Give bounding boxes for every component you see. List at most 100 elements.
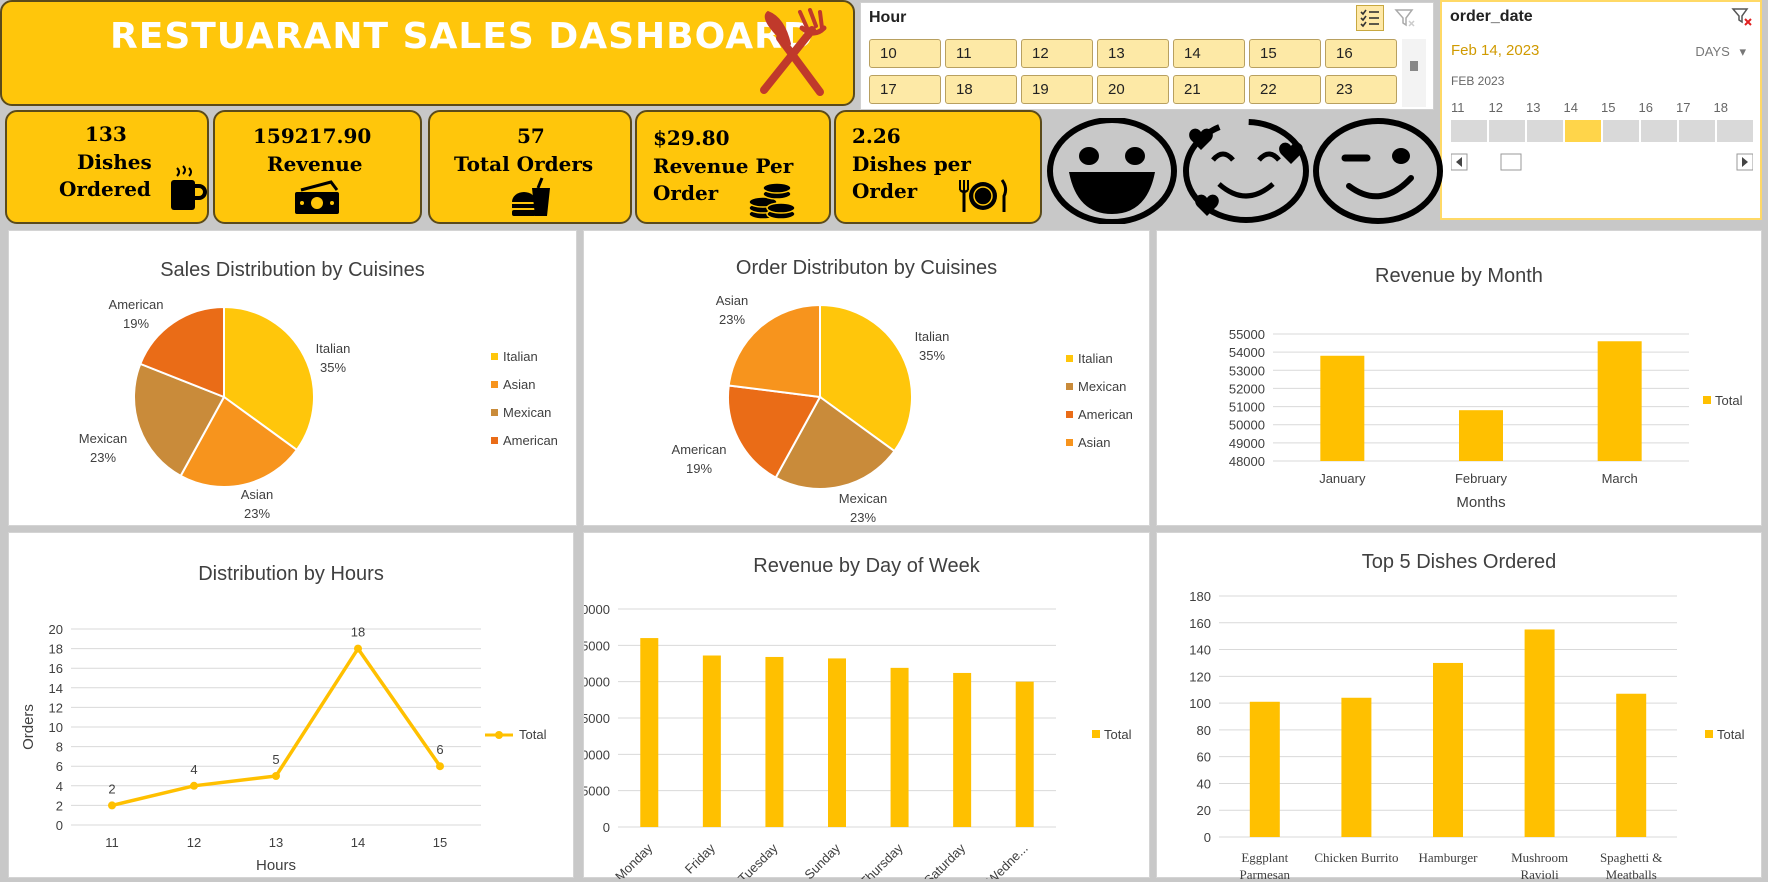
hour-button-11[interactable]: 11 bbox=[945, 39, 1017, 68]
multi-select-button[interactable] bbox=[1356, 5, 1384, 31]
x-tick-label: Monday bbox=[612, 840, 656, 879]
timeline-scrollbar[interactable] bbox=[1451, 152, 1753, 172]
y-tick-label: 20 bbox=[1197, 803, 1211, 818]
legend-label: Asian bbox=[503, 377, 536, 392]
legend-swatch bbox=[1066, 411, 1073, 418]
scroll-thumb[interactable] bbox=[1410, 61, 1418, 71]
kpi-value: 133 bbox=[85, 122, 127, 146]
legend-swatch bbox=[491, 437, 498, 444]
legend-swatch bbox=[491, 381, 498, 388]
y-tick-label: 0 bbox=[603, 820, 610, 835]
y-tick-label: 25000 bbox=[584, 638, 610, 653]
hour-button-17[interactable]: 17 bbox=[869, 75, 941, 104]
hour-button-12[interactable]: 12 bbox=[1021, 39, 1093, 68]
bar-1 bbox=[702, 655, 721, 827]
timeline-bar[interactable] bbox=[1451, 120, 1753, 142]
y-tick-label: 180 bbox=[1189, 589, 1211, 604]
legend-label: Mexican bbox=[503, 405, 551, 420]
kpi-value: 57 bbox=[517, 124, 545, 148]
data-label: 6 bbox=[436, 742, 443, 757]
x-tick-label: 11 bbox=[105, 835, 119, 850]
day-label: 11 bbox=[1451, 100, 1465, 115]
hour-button-16[interactable]: 16 bbox=[1325, 39, 1397, 68]
x-axis-label: Hours bbox=[256, 857, 296, 874]
cash-icon bbox=[295, 180, 339, 214]
y-tick-label: 49000 bbox=[1229, 436, 1265, 451]
y-tick-label: 5000 bbox=[584, 784, 610, 799]
timeline-day-14-selected[interactable] bbox=[1565, 120, 1601, 142]
x-tick-label: Eggplant bbox=[1241, 850, 1288, 865]
slice-label: Mexican bbox=[839, 491, 887, 506]
hour-slicer-scrollbar[interactable] bbox=[1402, 39, 1426, 107]
x-tick-label: Mushroom bbox=[1511, 850, 1568, 865]
time-level-dropdown[interactable]: DAYS ▾ bbox=[1695, 44, 1746, 60]
bar-0 bbox=[640, 638, 659, 827]
clear-filter-button[interactable] bbox=[1391, 5, 1419, 31]
hour-button-13[interactable]: 13 bbox=[1097, 39, 1169, 68]
y-tick-label: 4 bbox=[56, 779, 63, 794]
kpi-revenue: 159217.90 Revenue bbox=[213, 110, 422, 224]
legend-swatch bbox=[1066, 383, 1073, 390]
bar-3 bbox=[1524, 629, 1555, 837]
kpi-label: Order bbox=[852, 179, 918, 203]
y-tick-label: 20 bbox=[49, 622, 63, 637]
clear-date-filter-button[interactable] bbox=[1728, 4, 1756, 30]
hour-button-14[interactable]: 14 bbox=[1173, 39, 1245, 68]
x-tick-label: Meatballs bbox=[1606, 867, 1657, 879]
bar-0 bbox=[1249, 701, 1280, 837]
bar-5 bbox=[953, 672, 972, 827]
hour-button-18[interactable]: 18 bbox=[945, 75, 1017, 104]
slice-label: American bbox=[672, 442, 727, 457]
order-date-title: order_date bbox=[1450, 8, 1533, 25]
x-tick-label: March bbox=[1602, 471, 1638, 486]
y-tick-label: 48000 bbox=[1229, 454, 1265, 469]
data-label: 2 bbox=[108, 781, 115, 796]
day-label: 13 bbox=[1526, 100, 1541, 115]
scroll-thumb bbox=[1500, 153, 1522, 171]
slice-percent: 35% bbox=[919, 348, 945, 363]
hour-button-23[interactable]: 23 bbox=[1325, 75, 1397, 104]
day-label: 15 bbox=[1601, 100, 1616, 115]
y-tick-label: 6 bbox=[56, 759, 63, 774]
x-tick-label: Thursday bbox=[857, 840, 906, 879]
kpi-dishes-ordered: 133 Dishes Ordered bbox=[5, 110, 209, 224]
data-point bbox=[354, 644, 362, 653]
hour-button-10[interactable]: 10 bbox=[869, 39, 941, 68]
timeline-day-13[interactable] bbox=[1527, 120, 1563, 142]
hour-button-22[interactable]: 22 bbox=[1249, 75, 1321, 104]
hour-button-15[interactable]: 15 bbox=[1249, 39, 1321, 68]
plate-cutlery-icon bbox=[959, 179, 1008, 212]
y-tick-label: 18 bbox=[49, 642, 63, 657]
legend-label: Asian bbox=[1078, 435, 1111, 450]
bar-1 bbox=[1459, 410, 1503, 461]
x-tick-label: Saturday bbox=[921, 840, 969, 879]
bar-2 bbox=[1433, 662, 1463, 837]
x-tick-label: 15 bbox=[433, 835, 447, 850]
chevron-down-icon: ▾ bbox=[1739, 44, 1746, 59]
slice-label: American bbox=[109, 297, 164, 312]
hour-button-19[interactable]: 19 bbox=[1021, 75, 1093, 104]
timeline-day-15[interactable] bbox=[1603, 120, 1639, 142]
day-label: 16 bbox=[1638, 100, 1653, 115]
hour-slicer-title: Hour bbox=[869, 9, 907, 26]
timeline-day-17[interactable] bbox=[1679, 120, 1715, 142]
legend-swatch bbox=[491, 409, 498, 416]
day-label: 12 bbox=[1488, 100, 1503, 115]
timeline-month-label: FEB 2023 bbox=[1451, 74, 1505, 88]
slice-label: Asian bbox=[241, 487, 274, 502]
kpi-revenue-per-order: $29.80 Revenue Per Order bbox=[635, 110, 831, 224]
selected-date: Feb 14, 2023 bbox=[1451, 42, 1540, 59]
y-tick-label: 140 bbox=[1189, 643, 1211, 658]
y-tick-label: 51000 bbox=[1229, 400, 1265, 415]
hour-button-20[interactable]: 20 bbox=[1097, 75, 1169, 104]
timeline-day-11[interactable] bbox=[1451, 120, 1487, 142]
timeline-day-16[interactable] bbox=[1641, 120, 1677, 142]
timeline-day-12[interactable] bbox=[1489, 120, 1525, 142]
y-tick-label: 10000 bbox=[584, 747, 610, 762]
y-axis-label: Orders bbox=[20, 704, 37, 750]
timeline-day-18[interactable] bbox=[1717, 120, 1753, 142]
hour-slicer: Hour 10 11 12 13 14 15 16 17 18 19 20 21… bbox=[860, 2, 1434, 110]
slice-label: Mexican bbox=[79, 431, 127, 446]
legend-swatch bbox=[1066, 439, 1073, 446]
hour-button-21[interactable]: 21 bbox=[1173, 75, 1245, 104]
